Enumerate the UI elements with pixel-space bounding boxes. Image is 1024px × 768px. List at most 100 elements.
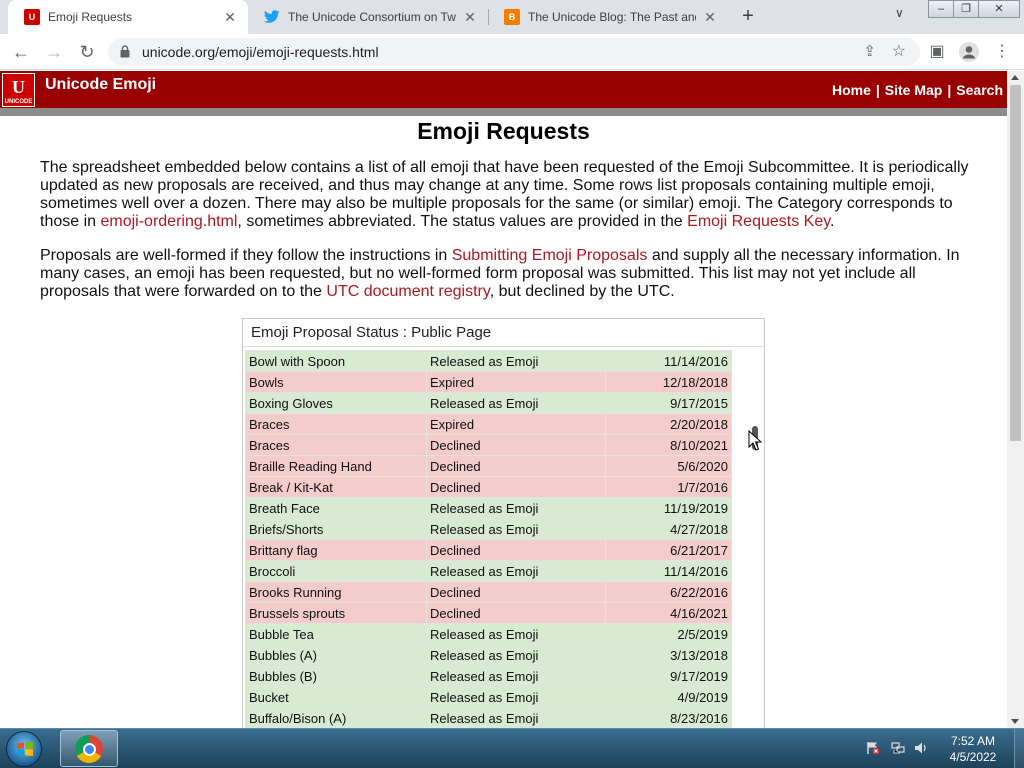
table-row[interactable]: Bubble Tea Released as Emoji 2/5/2019 [245, 623, 732, 645]
proposal-name-cell[interactable]: Bubbles (A) [245, 644, 427, 666]
proposal-name-cell[interactable]: Braces [245, 413, 427, 435]
show-desktop-button[interactable] [1014, 729, 1024, 768]
reload-button[interactable]: ↻ [75, 40, 99, 64]
menu-kebab-icon[interactable]: ⋮ [990, 40, 1014, 64]
table-row[interactable]: Braille Reading Hand Declined 5/6/2020 [245, 455, 732, 477]
date-cell[interactable]: 6/22/2016 [605, 581, 732, 603]
proposal-name-cell[interactable]: Brussels sprouts [245, 602, 427, 624]
site-map-link[interactable]: Site Map [885, 82, 943, 98]
status-cell[interactable]: Declined [426, 476, 606, 498]
table-row[interactable]: Briefs/Shorts Released as Emoji 4/27/2018 [245, 518, 732, 540]
site-title[interactable]: Unicode Emoji [45, 76, 156, 94]
date-cell[interactable]: 1/7/2016 [605, 476, 732, 498]
date-cell[interactable]: 12/18/2018 [605, 371, 732, 393]
forward-button[interactable]: → [42, 40, 66, 64]
url-text[interactable]: unicode.org/emoji/emoji-requests.html [142, 44, 379, 60]
proposal-name-cell[interactable]: Brooks Running [245, 581, 427, 603]
tab-emoji-requests[interactable]: U Emoji Requests ✕ [8, 0, 248, 34]
status-cell[interactable]: Declined [426, 539, 606, 561]
start-button[interactable] [6, 731, 42, 767]
proposal-name-cell[interactable]: Buffalo/Bison (A) [245, 707, 427, 728]
table-row[interactable]: Brittany flag Declined 6/21/2017 [245, 539, 732, 561]
status-cell[interactable]: Declined [426, 581, 606, 603]
scrollbar-thumb[interactable] [1010, 85, 1021, 441]
share-icon[interactable]: ⇪ [863, 42, 876, 60]
proposal-name-cell[interactable]: Break / Kit-Kat [245, 476, 427, 498]
back-button[interactable]: ← [9, 40, 33, 64]
table-row[interactable]: Bowl with Spoon Released as Emoji 11/14/20… [245, 350, 732, 372]
table-row[interactable]: Braces Expired 2/20/2018 [245, 413, 732, 435]
status-cell[interactable]: Released as Emoji [426, 686, 606, 708]
status-cell[interactable]: Declined [426, 455, 606, 477]
submitting-proposals-link[interactable]: Submitting Emoji Proposals [452, 247, 648, 264]
status-cell[interactable]: Expired [426, 413, 606, 435]
table-row[interactable]: Breath Face Released as Emoji 11/19/2019 [245, 497, 732, 519]
proposal-name-cell[interactable]: Briefs/Shorts [245, 518, 427, 540]
emoji-ordering-link[interactable]: emoji-ordering.html [100, 213, 237, 230]
scroll-up-icon[interactable] [1011, 75, 1019, 80]
lock-icon[interactable] [120, 45, 130, 58]
date-cell[interactable]: 2/20/2018 [605, 413, 732, 435]
date-cell[interactable]: 4/16/2021 [605, 602, 732, 624]
side-panel-icon[interactable]: ▣ [925, 40, 949, 64]
proposal-name-cell[interactable]: Bucket [245, 686, 427, 708]
bookmark-star-icon[interactable]: ☆ [892, 41, 906, 61]
status-cell[interactable]: Released as Emoji [426, 623, 606, 645]
date-cell[interactable]: 11/19/2019 [605, 497, 732, 519]
proposal-name-cell[interactable]: Breath Face [245, 497, 427, 519]
status-cell[interactable]: Released as Emoji [426, 644, 606, 666]
embedded-spreadsheet[interactable]: Emoji Proposal Status : Public Page Bowl… [242, 318, 765, 728]
table-row[interactable]: Brussels sprouts Declined 4/16/2021 [245, 602, 732, 624]
close-window-button[interactable]: ✕ [978, 0, 1020, 18]
status-cell[interactable]: Released as Emoji [426, 665, 606, 687]
status-cell[interactable]: Declined [426, 434, 606, 456]
table-row[interactable]: Braces Declined 8/10/2021 [245, 434, 732, 456]
taskbar-chrome-button[interactable] [60, 730, 118, 767]
status-cell[interactable]: Released as Emoji [426, 497, 606, 519]
proposal-name-cell[interactable]: Braille Reading Hand [245, 455, 427, 477]
proposal-name-cell[interactable]: Bubble Tea [245, 623, 427, 645]
proposal-name-cell[interactable]: Bowl with Spoon [245, 350, 427, 372]
scroll-down-icon[interactable] [1011, 719, 1019, 724]
restore-button[interactable]: ❐ [953, 0, 979, 18]
minimize-button[interactable]: – [928, 0, 954, 18]
search-link[interactable]: Search [956, 82, 1003, 98]
status-cell[interactable]: Released as Emoji [426, 707, 606, 728]
proposal-name-cell[interactable]: Brittany flag [245, 539, 427, 561]
table-row[interactable]: Bubbles (B) Released as Emoji 9/17/2019 [245, 665, 732, 687]
date-cell[interactable]: 3/13/2018 [605, 644, 732, 666]
proposal-name-cell[interactable]: Bowls [245, 371, 427, 393]
table-row[interactable]: Boxing Gloves Released as Emoji 9/17/2015 [245, 392, 732, 414]
profile-avatar-icon[interactable] [957, 40, 981, 64]
table-row[interactable]: Broccoli Released as Emoji 11/14/2016 [245, 560, 732, 582]
date-cell[interactable]: 9/17/2019 [605, 665, 732, 687]
close-icon[interactable]: ✕ [222, 9, 238, 26]
table-row[interactable]: Brooks Running Declined 6/22/2016 [245, 581, 732, 603]
date-cell[interactable]: 4/27/2018 [605, 518, 732, 540]
proposal-name-cell[interactable]: Broccoli [245, 560, 427, 582]
table-row[interactable]: Bucket Released as Emoji 4/9/2019 [245, 686, 732, 708]
table-row[interactable]: Buffalo/Bison (A) Released as Emoji 8/23/2… [245, 707, 732, 728]
proposal-name-cell[interactable]: Braces [245, 434, 427, 456]
proposal-name-cell[interactable]: Boxing Gloves [245, 392, 427, 414]
status-cell[interactable]: Released as Emoji [426, 518, 606, 540]
date-cell[interactable]: 8/23/2016 [605, 707, 732, 728]
status-cell[interactable]: Expired [426, 371, 606, 393]
table-row[interactable]: Bubbles (A) Released as Emoji 3/13/2018 [245, 644, 732, 666]
date-cell[interactable]: 6/21/2017 [605, 539, 732, 561]
address-bar[interactable]: unicode.org/emoji/emoji-requests.html ⇪ … [108, 38, 920, 66]
system-clock[interactable]: 7:52 AM 4/5/2022 [935, 733, 1011, 765]
status-cell[interactable]: Declined [426, 602, 606, 624]
date-cell[interactable]: 9/17/2015 [605, 392, 732, 414]
status-cell[interactable]: Released as Emoji [426, 392, 606, 414]
volume-icon[interactable] [914, 741, 928, 755]
home-link[interactable]: Home [832, 82, 871, 98]
unicode-logo[interactable]: U UNICODE [2, 73, 35, 107]
date-cell[interactable]: 8/10/2021 [605, 434, 732, 456]
date-cell[interactable]: 4/9/2019 [605, 686, 732, 708]
utc-registry-link[interactable]: UTC document registry [326, 283, 489, 300]
date-cell[interactable]: 5/6/2020 [605, 455, 732, 477]
table-row[interactable]: Break / Kit-Kat Declined 1/7/2016 [245, 476, 732, 498]
emoji-requests-key-link[interactable]: Emoji Requests Key [687, 213, 830, 230]
tab-blog[interactable]: B The Unicode Blog: The Past and ✕ [488, 0, 728, 34]
